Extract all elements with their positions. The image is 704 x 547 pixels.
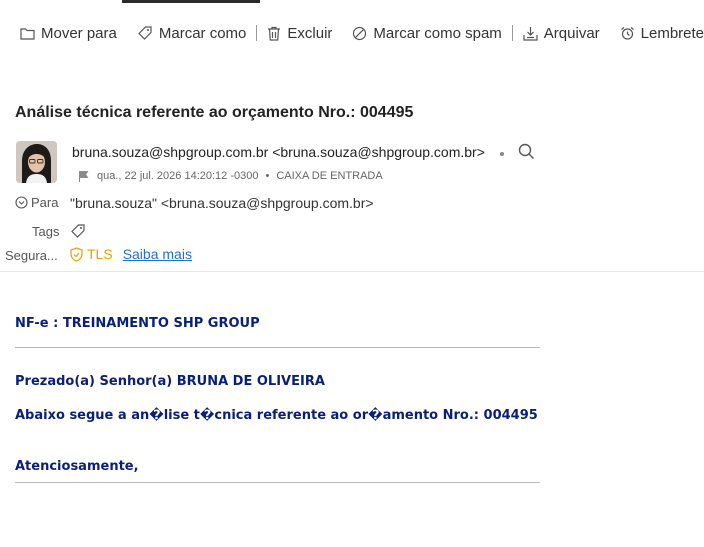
delete-button[interactable]: Excluir	[267, 25, 332, 42]
body-divider	[15, 482, 540, 483]
recipient-address: "bruna.souza" <bruna.souza@shpgroup.com.…	[70, 195, 374, 211]
archive-label: Arquivar	[543, 24, 600, 42]
reminder-button[interactable]: Lembrete	[620, 25, 704, 42]
tags-label: Tags	[32, 224, 60, 239]
sender-actions	[500, 143, 535, 165]
chevron-circle-icon	[15, 196, 28, 212]
move-to-label: Mover para	[41, 24, 117, 42]
message-date: qua., 22 jul. 2026 14:20:12 -0300	[97, 170, 259, 182]
mark-as-button[interactable]: Marcar como	[137, 24, 247, 42]
archive-icon	[523, 26, 538, 41]
message-toolbar: Mover para Marcar como Excluir Marcar co…	[0, 0, 704, 66]
sender-address[interactable]: bruna.souza@shpgroup.com.br <bruna.souza…	[72, 144, 485, 160]
email-subject: Análise técnica referente ao orçamento N…	[15, 104, 414, 121]
learn-more-link[interactable]: Saiba mais	[123, 246, 192, 262]
body-title: NF-e : TREINAMENTO SHP GROUP	[15, 316, 260, 331]
toolbar-divider	[256, 25, 258, 41]
delete-label: Excluir	[287, 24, 333, 42]
mark-spam-button[interactable]: Marcar como spam	[352, 24, 502, 42]
reminder-label: Lembrete	[640, 24, 704, 42]
security-info: TLS Saiba mais	[70, 246, 192, 262]
folder-icon	[20, 27, 35, 40]
separator-dot: •	[265, 170, 270, 182]
message-meta: qua., 22 jul. 2026 14:20:12 -0300 • CAIX…	[78, 170, 383, 182]
message-folder: CAIXA DE ENTRADA	[276, 170, 383, 182]
tag-icon	[137, 25, 153, 41]
tls-status: TLS	[87, 246, 113, 262]
body-greeting: Prezado(a) Senhor(a) BRUNA DE OLIVEIRA	[15, 374, 325, 389]
body-closing: Atenciosamente,	[15, 459, 139, 474]
separator-dot	[500, 152, 504, 156]
mark-as-label: Marcar como	[158, 24, 247, 42]
body-message: Abaixo segue a an�lise t�cnica referente…	[15, 408, 538, 423]
trash-icon	[267, 26, 281, 41]
shield-check-icon	[70, 246, 83, 262]
archive-button[interactable]: Arquivar	[523, 25, 600, 42]
add-tag-icon[interactable]	[70, 223, 86, 244]
sender-avatar[interactable]	[16, 141, 57, 183]
block-icon	[352, 26, 367, 41]
header-divider	[0, 271, 704, 272]
alarm-clock-icon	[620, 26, 635, 41]
to-label: Para	[31, 195, 59, 210]
body-divider	[15, 347, 540, 348]
security-label: Segura...	[5, 248, 58, 263]
toolbar-divider	[511, 25, 513, 41]
move-to-button[interactable]: Mover para	[20, 25, 117, 42]
flag-icon[interactable]	[78, 170, 89, 182]
search-icon[interactable]	[518, 143, 535, 165]
mark-spam-label: Marcar como spam	[373, 24, 502, 42]
to-row-label[interactable]: Para	[15, 195, 58, 212]
